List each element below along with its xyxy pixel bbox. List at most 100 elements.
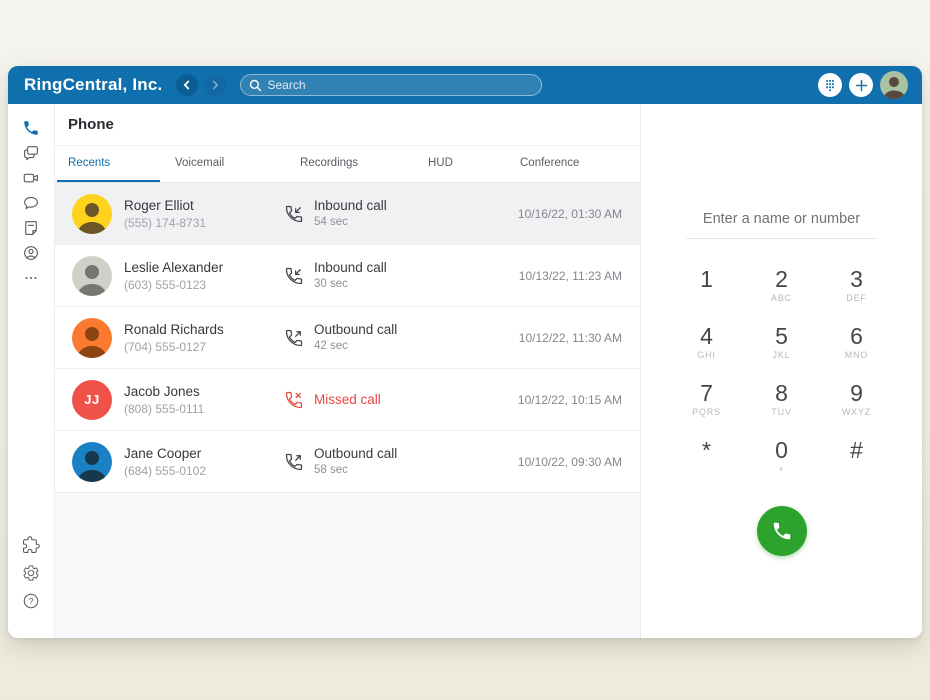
key-digit: 3 <box>850 267 863 291</box>
key-digit: * <box>702 438 711 462</box>
search-input[interactable] <box>240 74 542 96</box>
outbound-call-icon <box>284 328 304 348</box>
call-row[interactable]: Leslie Alexander (603) 555-0123 Inbound … <box>55 245 640 307</box>
caller-name: Leslie Alexander <box>124 259 276 277</box>
caller-name: Jacob Jones <box>124 383 276 401</box>
call-type-label: Inbound call <box>314 197 387 215</box>
outbound-call-icon <box>284 452 304 472</box>
call-list: Roger Elliot (555) 174-8731 Inbound call… <box>55 183 640 638</box>
caller-number: (704) 555-0127 <box>124 339 276 355</box>
tab-hud[interactable]: HUD <box>405 146 500 182</box>
dial-key-6[interactable]: 6 MNO <box>819 314 894 371</box>
person-icon <box>72 318 112 358</box>
call-type-text: Missed call <box>314 391 381 409</box>
key-letters: MNO <box>845 350 868 361</box>
caller-name: Jane Cooper <box>124 445 276 463</box>
dial-key-5[interactable]: 5JKL <box>744 314 819 371</box>
sidebar-item-message[interactable] <box>22 194 40 212</box>
tab-voicemail[interactable]: Voicemail <box>160 146 290 182</box>
tab-bar: Recents Voicemail Recordings HUD Confere… <box>55 146 640 183</box>
call-duration: 58 sec <box>314 463 397 478</box>
call-datetime: 10/16/22, 01:30 AM <box>518 207 640 221</box>
tab-recents[interactable]: Recents <box>57 146 160 182</box>
call-duration: 54 sec <box>314 215 387 230</box>
caller-number: (603) 555-0123 <box>124 277 276 293</box>
missed-call-icon <box>284 390 304 410</box>
key-digit: # <box>850 438 863 462</box>
svg-text:?: ? <box>29 596 34 606</box>
dial-key-hash[interactable]: # <box>819 428 894 485</box>
dial-key-1[interactable]: 1 <box>669 257 744 314</box>
dial-key-2[interactable]: 2ABC <box>744 257 819 314</box>
search-box <box>240 74 542 96</box>
call-datetime: 10/13/22, 11:23 AM <box>519 269 640 283</box>
key-digit: 1 <box>700 267 713 291</box>
sidebar-rail: ? <box>8 104 55 638</box>
call-duration: 42 sec <box>314 339 397 354</box>
avatar <box>72 256 112 296</box>
call-type-text: Inbound call 54 sec <box>314 197 387 230</box>
call-type: Outbound call 58 sec <box>284 445 397 478</box>
dial-key-4[interactable]: 4 GHI <box>669 314 744 371</box>
tab-recordings[interactable]: Recordings <box>290 146 405 182</box>
call-datetime: 10/12/22, 10:15 AM <box>518 393 640 407</box>
dial-key-8[interactable]: 8TUV <box>744 371 819 428</box>
dial-key-7[interactable]: 7 PQRS <box>669 371 744 428</box>
call-type-label: Outbound call <box>314 321 397 339</box>
app-title: RingCentral, Inc. <box>24 75 162 95</box>
dial-key-star[interactable]: * <box>669 428 744 485</box>
new-actions-button[interactable] <box>849 73 873 97</box>
call-row[interactable]: JJ Jacob Jones (808) 555-0111 Missed cal… <box>55 369 640 431</box>
call-row[interactable]: Ronald Richards (704) 555-0127 Outbound … <box>55 307 640 369</box>
dial-key-3[interactable]: 3DEF <box>819 257 894 314</box>
chat-bubble-icon <box>22 194 40 212</box>
dial-input[interactable] <box>686 199 878 239</box>
person-icon <box>880 71 908 99</box>
tab-conference[interactable]: Conference <box>500 146 640 182</box>
key-digit: 4 <box>700 324 713 348</box>
text-messages-icon <box>22 144 40 162</box>
sidebar-item-contacts[interactable] <box>22 244 40 262</box>
key-letters: + <box>778 464 784 475</box>
sidebar-item-help[interactable]: ? <box>22 592 40 610</box>
call-row[interactable]: Roger Elliot (555) 174-8731 Inbound call… <box>55 183 640 245</box>
inbound-call-icon <box>284 266 304 286</box>
caller-info: Jacob Jones (808) 555-0111 <box>124 383 276 417</box>
sidebar-item-more[interactable] <box>22 269 40 287</box>
avatar <box>72 442 112 482</box>
puzzle-icon <box>22 536 40 554</box>
call-button[interactable] <box>757 506 807 556</box>
dialpad-button[interactable] <box>818 73 842 97</box>
caller-name: Roger Elliot <box>124 197 276 215</box>
key-letters: PQRS <box>692 407 721 418</box>
sidebar-item-text[interactable] <box>22 144 40 162</box>
phone-icon <box>771 520 793 542</box>
key-digit: 6 <box>850 324 863 348</box>
avatar-initials: JJ <box>84 392 99 407</box>
dial-key-9[interactable]: 9WXYZ <box>819 371 894 428</box>
sidebar-item-apps[interactable] <box>22 536 40 554</box>
sidebar-item-settings[interactable] <box>22 564 40 582</box>
call-type-text: Outbound call 42 sec <box>314 321 397 354</box>
dial-pad-panel: 1 2ABC 3DEF 4 GHI 5JKL 6 MNO 7 PQRS 8TUV 9W… <box>640 104 922 638</box>
person-icon <box>72 256 112 296</box>
key-letters: GHI <box>697 350 715 361</box>
page-header: Phone <box>55 104 640 146</box>
call-type: Outbound call 42 sec <box>284 321 397 354</box>
help-icon: ? <box>22 592 40 610</box>
page-title: Phone <box>68 116 114 133</box>
caller-number: (684) 555-0102 <box>124 463 276 479</box>
call-row[interactable]: Jane Cooper (684) 555-0102 Outbound call… <box>55 431 640 493</box>
top-bar-actions <box>818 71 908 99</box>
call-type-text: Outbound call 58 sec <box>314 445 397 478</box>
sidebar-item-video[interactable] <box>22 169 40 187</box>
avatar <box>72 194 112 234</box>
phone-icon <box>22 119 40 137</box>
key-digit: 7 <box>700 381 713 405</box>
sidebar-item-notes[interactable] <box>22 219 40 237</box>
sidebar-item-phone[interactable] <box>22 119 40 137</box>
back-button[interactable] <box>176 74 198 96</box>
user-avatar[interactable] <box>880 71 908 99</box>
forward-button[interactable] <box>204 74 226 96</box>
dial-key-0[interactable]: 0+ <box>744 428 819 485</box>
